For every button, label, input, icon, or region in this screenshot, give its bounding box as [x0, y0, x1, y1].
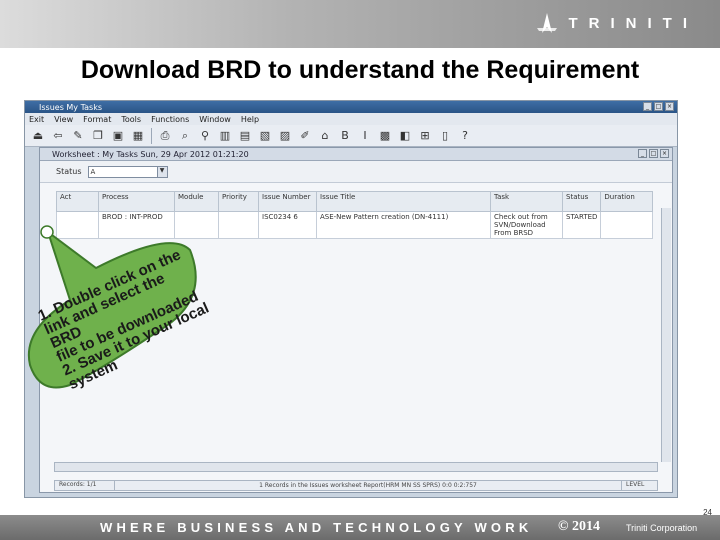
cell-issue-title: ASE-New Pattern creation (DN-4111) — [316, 211, 491, 239]
layout-icon[interactable]: ◧ — [398, 129, 412, 143]
back-icon[interactable]: ⇦ — [51, 129, 65, 143]
grid-icon[interactable]: ▤ — [238, 129, 252, 143]
maximize-icon[interactable]: □ — [649, 149, 658, 158]
app-window-title: Issues My Tasks — [39, 102, 103, 112]
menu-functions[interactable]: Functions — [151, 115, 189, 124]
column-header-act[interactable]: Act — [56, 191, 99, 212]
triniti-logo-icon — [536, 13, 557, 33]
menu-bar: Exit View Format Tools Functions Window … — [25, 113, 677, 125]
save-all-icon[interactable]: ▦ — [131, 129, 145, 143]
toolbar-separator — [151, 127, 152, 144]
italic-icon[interactable]: I — [358, 129, 372, 143]
filter-icon[interactable]: ⚲ — [198, 129, 212, 143]
copy-icon[interactable]: ❐ — [91, 129, 105, 143]
find-icon[interactable]: ⌕ — [178, 129, 192, 143]
slide-title: Download BRD to understand the Requireme… — [80, 56, 640, 84]
column-header-issue-number[interactable]: Issue Number — [258, 191, 317, 212]
horizontal-scrollbar[interactable] — [54, 462, 658, 472]
status-select-value: A — [90, 167, 96, 176]
status-bar-message: 1 Records in the Issues worksheet Report… — [259, 482, 477, 489]
attachment-icon[interactable]: ⌂ — [318, 129, 332, 143]
menu-exit[interactable]: Exit — [29, 115, 44, 124]
minimize-icon[interactable]: _ — [643, 102, 652, 111]
toolbar: ⏏ ⇦ ✎ ❐ ▣ ▦ ⎙ ⌕ ⚲ ▥ ▤ ▧ ▨ ✐ ⌂ B I ▩ ◧ ⊞ … — [25, 125, 677, 147]
table-row[interactable]: BROD : INT-PROD ISC0234 6 ASE-New Patter… — [56, 211, 654, 239]
org-icon[interactable]: ⊞ — [418, 129, 432, 143]
status-select[interactable]: A ▼ — [87, 165, 168, 178]
help-icon[interactable]: ? — [458, 129, 472, 143]
menu-help[interactable]: Help — [241, 115, 259, 124]
status-bar-records: Records: 1/1 — [55, 481, 115, 490]
column-header-priority[interactable]: Priority — [218, 191, 259, 212]
status-label: Status — [56, 167, 82, 176]
cell-status: STARTED — [561, 211, 602, 239]
column-header-issue-title[interactable]: Issue Title — [316, 191, 491, 212]
window-controls: _ □ × — [643, 102, 674, 111]
print-icon[interactable]: ⎙ — [158, 129, 172, 143]
save-icon[interactable]: ▣ — [111, 129, 125, 143]
header-band: TRINITI — [0, 0, 720, 48]
close-icon[interactable]: × — [665, 102, 674, 111]
table-header-row: Act Process Module Priority Issue Number… — [56, 191, 654, 212]
footer-tagline: WHERE BUSINESS AND TECHNOLOGY WORK — [100, 520, 533, 535]
column-header-duration[interactable]: Duration — [600, 191, 654, 212]
slide: TRINITI Download BRD to understand the R… — [0, 0, 720, 540]
column-header-status[interactable]: Status — [561, 191, 602, 212]
triniti-logo: TRINITI — [535, 12, 699, 34]
bold-icon[interactable]: B — [338, 129, 352, 143]
document-icon[interactable]: ▯ — [438, 129, 452, 143]
cell-issue-number: ISC0234 6 — [258, 211, 317, 239]
status-bar-level: LEVEL — [621, 481, 657, 490]
tasks-table: Act Process Module Priority Issue Number… — [56, 191, 654, 239]
chart-icon[interactable]: ▨ — [278, 129, 292, 143]
chevron-down-icon[interactable]: ▼ — [156, 166, 167, 177]
columns-icon[interactable]: ▥ — [218, 129, 232, 143]
brand-name: TRINITI — [568, 14, 698, 32]
menu-tools[interactable]: Tools — [121, 115, 141, 124]
worksheet-window-controls: _ □ × — [638, 149, 669, 158]
cell-act[interactable] — [56, 211, 99, 239]
edit-icon[interactable]: ✎ — [71, 129, 85, 143]
worksheet-title: Worksheet : My Tasks Sun, 29 Apr 2012 01… — [52, 149, 249, 159]
status-bar: Records: 1/1 1 Records in the Issues wor… — [54, 480, 658, 491]
maximize-icon[interactable]: □ — [654, 102, 663, 111]
notes-icon[interactable]: ▧ — [258, 129, 272, 143]
column-header-task[interactable]: Task — [490, 191, 563, 212]
menu-window[interactable]: Window — [199, 115, 231, 124]
status-filter-row: Status A ▼ — [40, 161, 672, 183]
cell-process: BROD : INT-PROD — [98, 211, 175, 239]
tools-icon[interactable]: ✐ — [298, 129, 312, 143]
cell-module — [174, 211, 219, 239]
cell-task[interactable]: Check out from SVN/Download From BRSD — [490, 211, 563, 239]
menu-view[interactable]: View — [54, 115, 73, 124]
footer-copyright: © 2014 — [558, 519, 600, 534]
footer-company: Triniti Corporation — [626, 523, 698, 533]
menu-format[interactable]: Format — [83, 115, 111, 124]
app-titlebar: Issues My Tasks _ □ × — [25, 101, 677, 113]
worksheet-titlebar: Worksheet : My Tasks Sun, 29 Apr 2012 01… — [40, 148, 672, 161]
close-icon[interactable]: × — [660, 149, 669, 158]
column-header-process[interactable]: Process — [98, 191, 175, 212]
image-icon[interactable]: ▩ — [378, 129, 392, 143]
exit-icon[interactable]: ⏏ — [31, 129, 45, 143]
minimize-icon[interactable]: _ — [638, 149, 647, 158]
vertical-scrollbar[interactable] — [661, 208, 671, 462]
cell-duration — [600, 211, 654, 239]
column-header-module[interactable]: Module — [174, 191, 219, 212]
cell-priority — [218, 211, 259, 239]
